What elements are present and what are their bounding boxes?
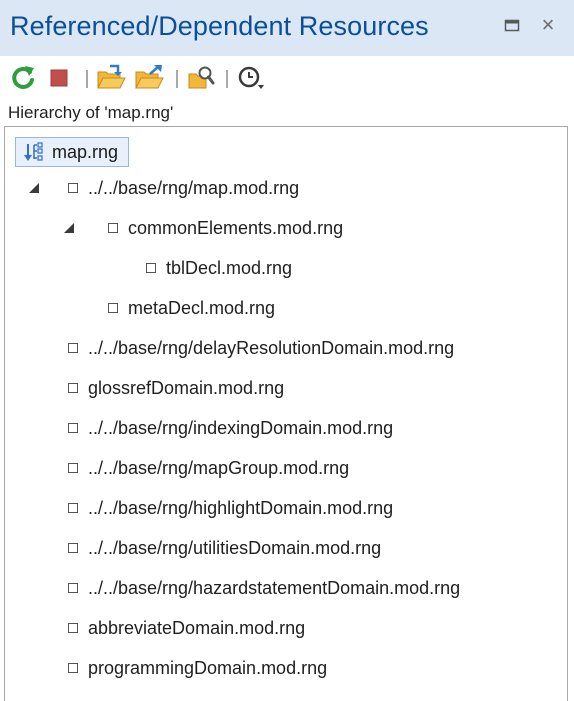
resources-view: Referenced/Dependent Resources × Hierarc… xyxy=(0,0,574,701)
view-title: Referenced/Dependent Resources xyxy=(10,11,429,41)
tree-root-label: map.rng xyxy=(52,141,119,162)
tree-item[interactable]: ../../base/rng/highlightDomain.mod.rng xyxy=(68,494,393,522)
file-node-icon xyxy=(68,623,78,633)
toolbar-separator xyxy=(86,70,88,88)
restore-button[interactable] xyxy=(501,14,523,36)
hierarchy-tree[interactable]: map.rng ../../base/rng/map.mod.rng commo… xyxy=(4,126,568,701)
toolbar xyxy=(0,56,574,102)
tree-item[interactable]: tblDecl.mod.rng xyxy=(146,254,292,282)
file-node-icon xyxy=(68,543,78,553)
file-node-icon xyxy=(146,263,156,273)
tree-item[interactable]: metaDecl.mod.rng xyxy=(108,294,275,322)
open-reference-button[interactable] xyxy=(96,63,126,93)
hierarchy-label: Hierarchy of 'map.rng' xyxy=(8,103,174,122)
file-node-icon xyxy=(68,463,78,473)
file-node-icon xyxy=(68,423,78,433)
refresh-icon xyxy=(12,66,34,89)
file-node-icon xyxy=(68,583,78,593)
title-bar: Referenced/Dependent Resources × xyxy=(0,0,574,56)
file-node-icon xyxy=(108,223,118,233)
tree-item[interactable]: abbreviateDomain.mod.rng xyxy=(68,614,305,642)
tree-item[interactable]: programmingDomain.mod.rng xyxy=(68,654,327,682)
open-dependent-button[interactable] xyxy=(134,63,164,93)
toolbar-separator xyxy=(226,70,228,88)
sort-hierarchy-icon xyxy=(24,142,43,161)
close-button[interactable]: × xyxy=(537,12,559,37)
file-node-icon xyxy=(68,383,78,393)
search-references-button[interactable] xyxy=(186,63,216,93)
file-node-icon xyxy=(108,303,118,313)
toolbar-separator xyxy=(176,70,178,88)
history-dropdown-icon xyxy=(238,66,264,89)
expand-toggle-icon[interactable] xyxy=(29,183,39,193)
open-folder-arrow-icon xyxy=(135,65,164,89)
restore-icon xyxy=(504,19,520,32)
file-node-icon xyxy=(68,343,78,353)
file-node-icon xyxy=(68,183,78,193)
stop-button[interactable] xyxy=(44,63,74,93)
tree-item[interactable]: ../../base/rng/delayResolutionDomain.mod… xyxy=(68,334,454,362)
tree-item[interactable]: commonElements.mod.rng xyxy=(108,214,343,242)
tree-item[interactable]: glossrefDomain.mod.rng xyxy=(68,374,284,402)
find-references-icon xyxy=(188,66,215,89)
tree-item[interactable]: ../../base/rng/hazardstatementDomain.mod… xyxy=(68,574,460,602)
expand-toggle-icon[interactable] xyxy=(64,223,74,233)
tree-item[interactable]: ../../base/rng/map.mod.rng xyxy=(68,174,299,202)
close-icon: × xyxy=(541,12,555,37)
tree-item[interactable]: ../../base/rng/mapGroup.mod.rng xyxy=(68,454,349,482)
tree-item[interactable]: ../../base/rng/indexingDomain.mod.rng xyxy=(68,414,393,442)
history-button[interactable] xyxy=(236,63,266,93)
tree-item[interactable]: ../../base/rng/utilitiesDomain.mod.rng xyxy=(68,534,381,562)
stop-icon xyxy=(50,69,68,87)
file-node-icon xyxy=(68,663,78,673)
tree-root[interactable]: map.rng xyxy=(15,137,130,167)
open-folder-icon xyxy=(97,64,126,89)
file-node-icon xyxy=(68,503,78,513)
refresh-button[interactable] xyxy=(8,63,38,93)
